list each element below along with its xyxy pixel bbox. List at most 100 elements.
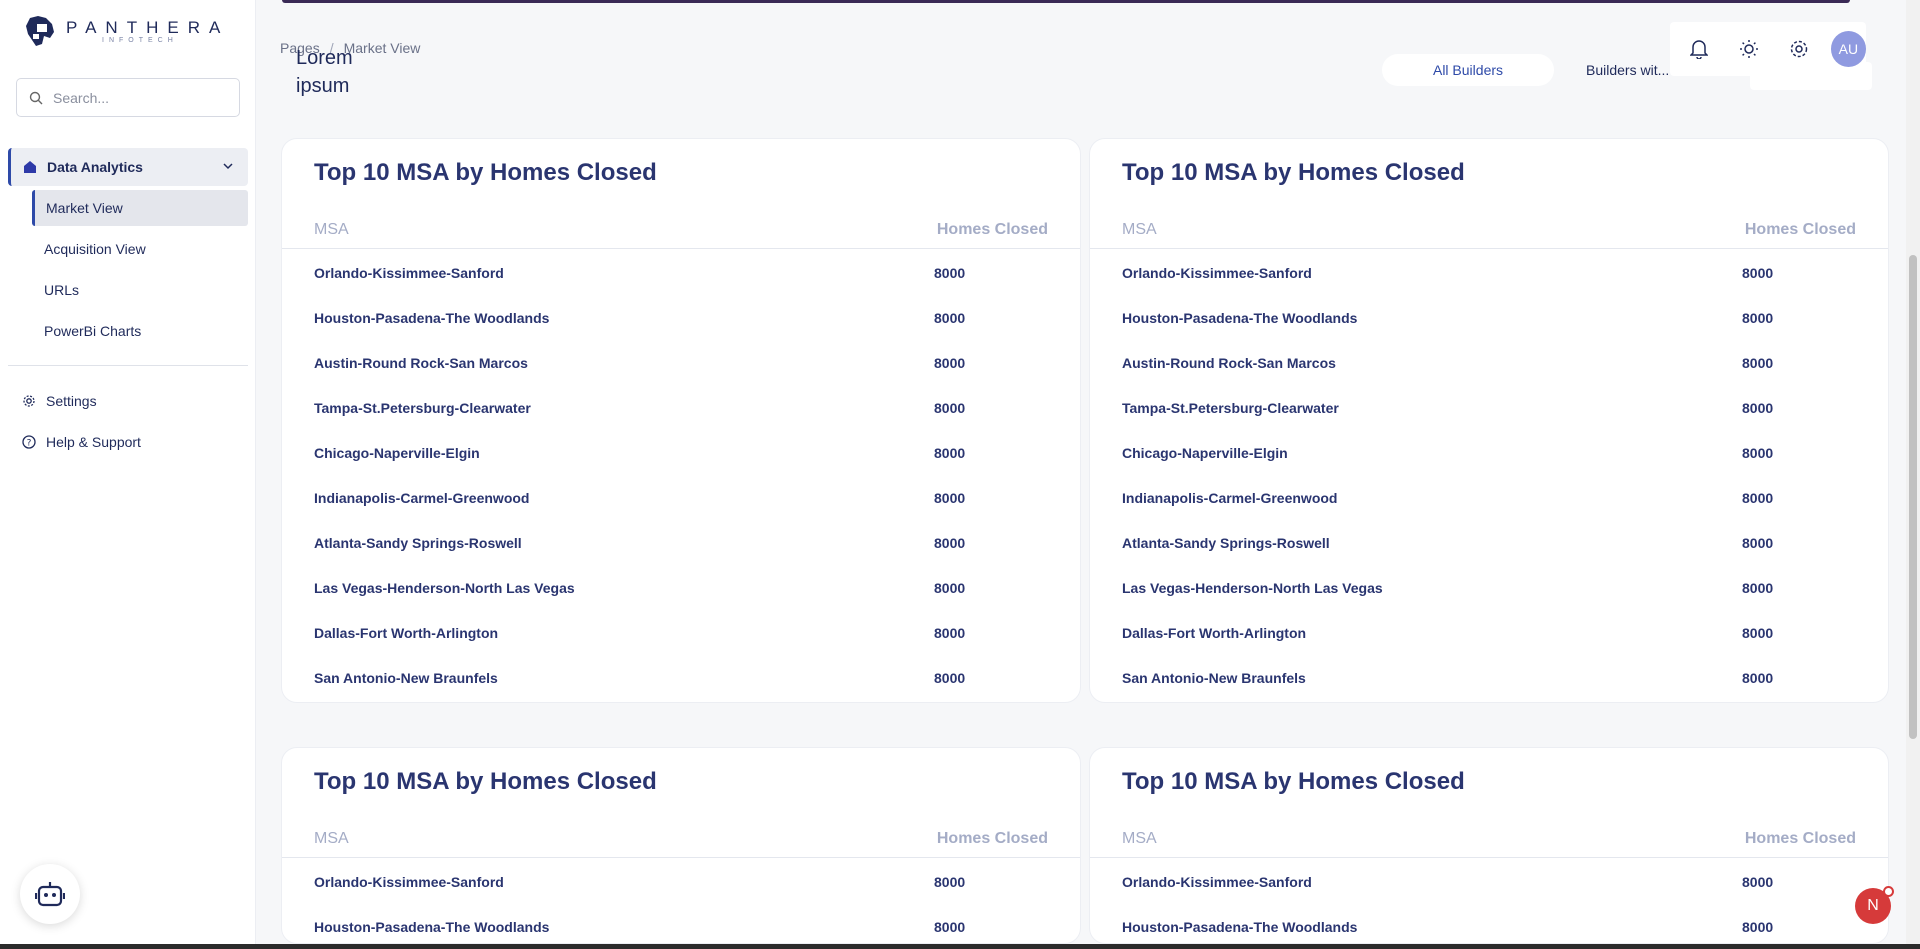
- table-row: Tampa-St.Petersburg-Clearwater 8000: [1090, 386, 1888, 431]
- msa-card-3: Top 10 MSA by Homes Closed MSA Homes Clo…: [281, 747, 1081, 944]
- sidebar-item-label: URLs: [44, 282, 80, 298]
- msa-name: Las Vegas-Henderson-North Las Vegas: [314, 580, 575, 596]
- table-header: MSA Homes Closed: [1090, 818, 1888, 858]
- msa-name: Las Vegas-Henderson-North Las Vegas: [1122, 580, 1383, 596]
- homes-closed-value: 8000: [934, 400, 966, 416]
- homes-closed-value: 8000: [1742, 445, 1774, 461]
- panther-logo-icon: [26, 16, 54, 46]
- gear-icon: [23, 395, 35, 407]
- homes-closed-value: 8000: [1742, 490, 1774, 506]
- theme-toggle-button[interactable]: [1730, 30, 1767, 68]
- table-row: Tampa-St.Petersburg-Clearwater 8000: [282, 386, 1080, 431]
- homes-closed-value: 8000: [1742, 265, 1774, 281]
- homes-closed-value: 8000: [1742, 355, 1774, 371]
- tab-all-builders[interactable]: All Builders: [1382, 54, 1554, 86]
- msa-name: Dallas-Fort Worth-Arlington: [1122, 625, 1307, 641]
- robot-icon: [35, 882, 65, 907]
- table-row: San Antonio-New Braunfels 8000: [282, 656, 1080, 701]
- msa-name: Atlanta-Sandy Springs-Roswell: [314, 535, 522, 551]
- brand-name: PANTHERA: [66, 18, 230, 37]
- column-header-homes-closed[interactable]: Homes Closed: [937, 830, 1048, 848]
- help-support-link[interactable]: ? Help & Support: [22, 426, 141, 458]
- brand-sub: INFOTECH: [102, 37, 178, 44]
- homes-closed-value: 8000: [934, 310, 966, 326]
- column-header-homes-closed[interactable]: Homes Closed: [1745, 830, 1856, 848]
- search-input[interactable]: [53, 89, 223, 106]
- msa-name: San Antonio-New Braunfels: [314, 670, 498, 686]
- homes-closed-value: 8000: [1742, 580, 1774, 596]
- nav-group-data-analytics[interactable]: Data Analytics: [8, 148, 248, 186]
- homes-closed-value: 8000: [1742, 310, 1774, 326]
- home-icon: [24, 161, 36, 173]
- msa-name: Orlando-Kissimmee-Sanford: [314, 874, 504, 890]
- msa-name: Orlando-Kissimmee-Sanford: [1122, 265, 1312, 281]
- badge-dot: [1883, 886, 1894, 897]
- nav-group-label: Data Analytics: [47, 159, 143, 175]
- card-title: Top 10 MSA by Homes Closed: [314, 159, 657, 186]
- column-header-msa[interactable]: MSA: [314, 221, 349, 239]
- help-icon: ?: [22, 435, 36, 449]
- sidebar-item-market-view[interactable]: Market View: [32, 190, 248, 226]
- brand-logo[interactable]: PANTHERA INFOTECH: [24, 14, 229, 48]
- homes-closed-value: 8000: [934, 919, 966, 935]
- help-label: Help & Support: [46, 434, 141, 450]
- settings-link[interactable]: Settings: [22, 385, 97, 417]
- table-header: MSA Homes Closed: [1090, 209, 1888, 249]
- sidebar-item-urls[interactable]: URLs: [32, 272, 248, 308]
- homes-closed-value: 8000: [934, 265, 966, 281]
- msa-name: Dallas-Fort Worth-Arlington: [314, 625, 499, 641]
- msa-name: Houston-Pasadena-The Woodlands: [1122, 310, 1358, 326]
- table-row: Chicago-Naperville-Elgin 8000: [282, 431, 1080, 476]
- column-header-homes-closed[interactable]: Homes Closed: [1745, 221, 1856, 239]
- top-accent-bar: [282, 0, 1850, 3]
- table-row: Chicago-Naperville-Elgin 8000: [1090, 431, 1888, 476]
- card-title: Top 10 MSA by Homes Closed: [1122, 768, 1465, 795]
- msa-name: Indianapolis-Carmel-Greenwood: [1122, 490, 1338, 506]
- header-actions: AU: [1670, 22, 1866, 76]
- homes-closed-value: 8000: [934, 355, 966, 371]
- sidebar-item-label: Market View: [46, 200, 123, 216]
- msa-name: Tampa-St.Petersburg-Clearwater: [314, 400, 531, 416]
- search-box[interactable]: [16, 78, 240, 117]
- homes-closed-value: 8000: [934, 670, 966, 686]
- page-title: Lorem ipsum: [296, 47, 353, 97]
- table-row: Houston-Pasadena-The Woodlands 8000: [282, 905, 1080, 943]
- settings-label: Settings: [46, 393, 97, 409]
- msa-name: Tampa-St.Petersburg-Clearwater: [1122, 400, 1339, 416]
- table-header: MSA Homes Closed: [282, 209, 1080, 249]
- search-icon: [29, 91, 43, 104]
- msa-name: Houston-Pasadena-The Woodlands: [314, 310, 550, 326]
- msa-card-2: Top 10 MSA by Homes Closed MSA Homes Clo…: [1089, 138, 1889, 703]
- settings-button[interactable]: [1780, 30, 1817, 68]
- chatbot-button[interactable]: [20, 864, 80, 924]
- sidebar: PANTHERA INFOTECH Data Analytics Market …: [0, 0, 256, 949]
- table-row: Atlanta-Sandy Springs-Roswell 8000: [1090, 521, 1888, 566]
- card-title: Top 10 MSA by Homes Closed: [314, 768, 657, 795]
- msa-name: Orlando-Kissimmee-Sanford: [1122, 874, 1312, 890]
- sidebar-item-acquisition-view[interactable]: Acquisition View: [32, 231, 248, 267]
- table-row: Houston-Pasadena-The Woodlands 8000: [1090, 296, 1888, 341]
- column-header-msa[interactable]: MSA: [314, 830, 349, 848]
- sidebar-item-powerbi-charts[interactable]: PowerBi Charts: [32, 313, 248, 349]
- table-row: Austin-Round Rock-San Marcos 8000: [1090, 341, 1888, 386]
- user-avatar[interactable]: AU: [1830, 31, 1866, 67]
- column-header-msa[interactable]: MSA: [1122, 830, 1157, 848]
- notification-badge[interactable]: N: [1855, 886, 1894, 924]
- table-row: Austin-Round Rock-San Marcos 8000: [282, 341, 1080, 386]
- chevron-down-icon[interactable]: [222, 160, 234, 172]
- page-scrollbar[interactable]: [1906, 0, 1920, 944]
- msa-card-1: Top 10 MSA by Homes Closed MSA Homes Clo…: [281, 138, 1081, 703]
- scrollbar-thumb[interactable]: [1909, 255, 1917, 739]
- msa-name: Austin-Round Rock-San Marcos: [1122, 355, 1336, 371]
- column-header-homes-closed[interactable]: Homes Closed: [937, 221, 1048, 239]
- os-taskbar: [0, 944, 1920, 949]
- msa-name: Houston-Pasadena-The Woodlands: [314, 919, 550, 935]
- card-title: Top 10 MSA by Homes Closed: [1122, 159, 1465, 186]
- msa-card-4: Top 10 MSA by Homes Closed MSA Homes Clo…: [1089, 747, 1889, 944]
- msa-name: Atlanta-Sandy Springs-Roswell: [1122, 535, 1330, 551]
- column-header-msa[interactable]: MSA: [1122, 221, 1157, 239]
- table-row: Orlando-Kissimmee-Sanford 8000: [282, 251, 1080, 296]
- table-row: Orlando-Kissimmee-Sanford 8000: [1090, 860, 1888, 905]
- notifications-button[interactable]: [1680, 30, 1717, 68]
- homes-closed-value: 8000: [1742, 874, 1774, 890]
